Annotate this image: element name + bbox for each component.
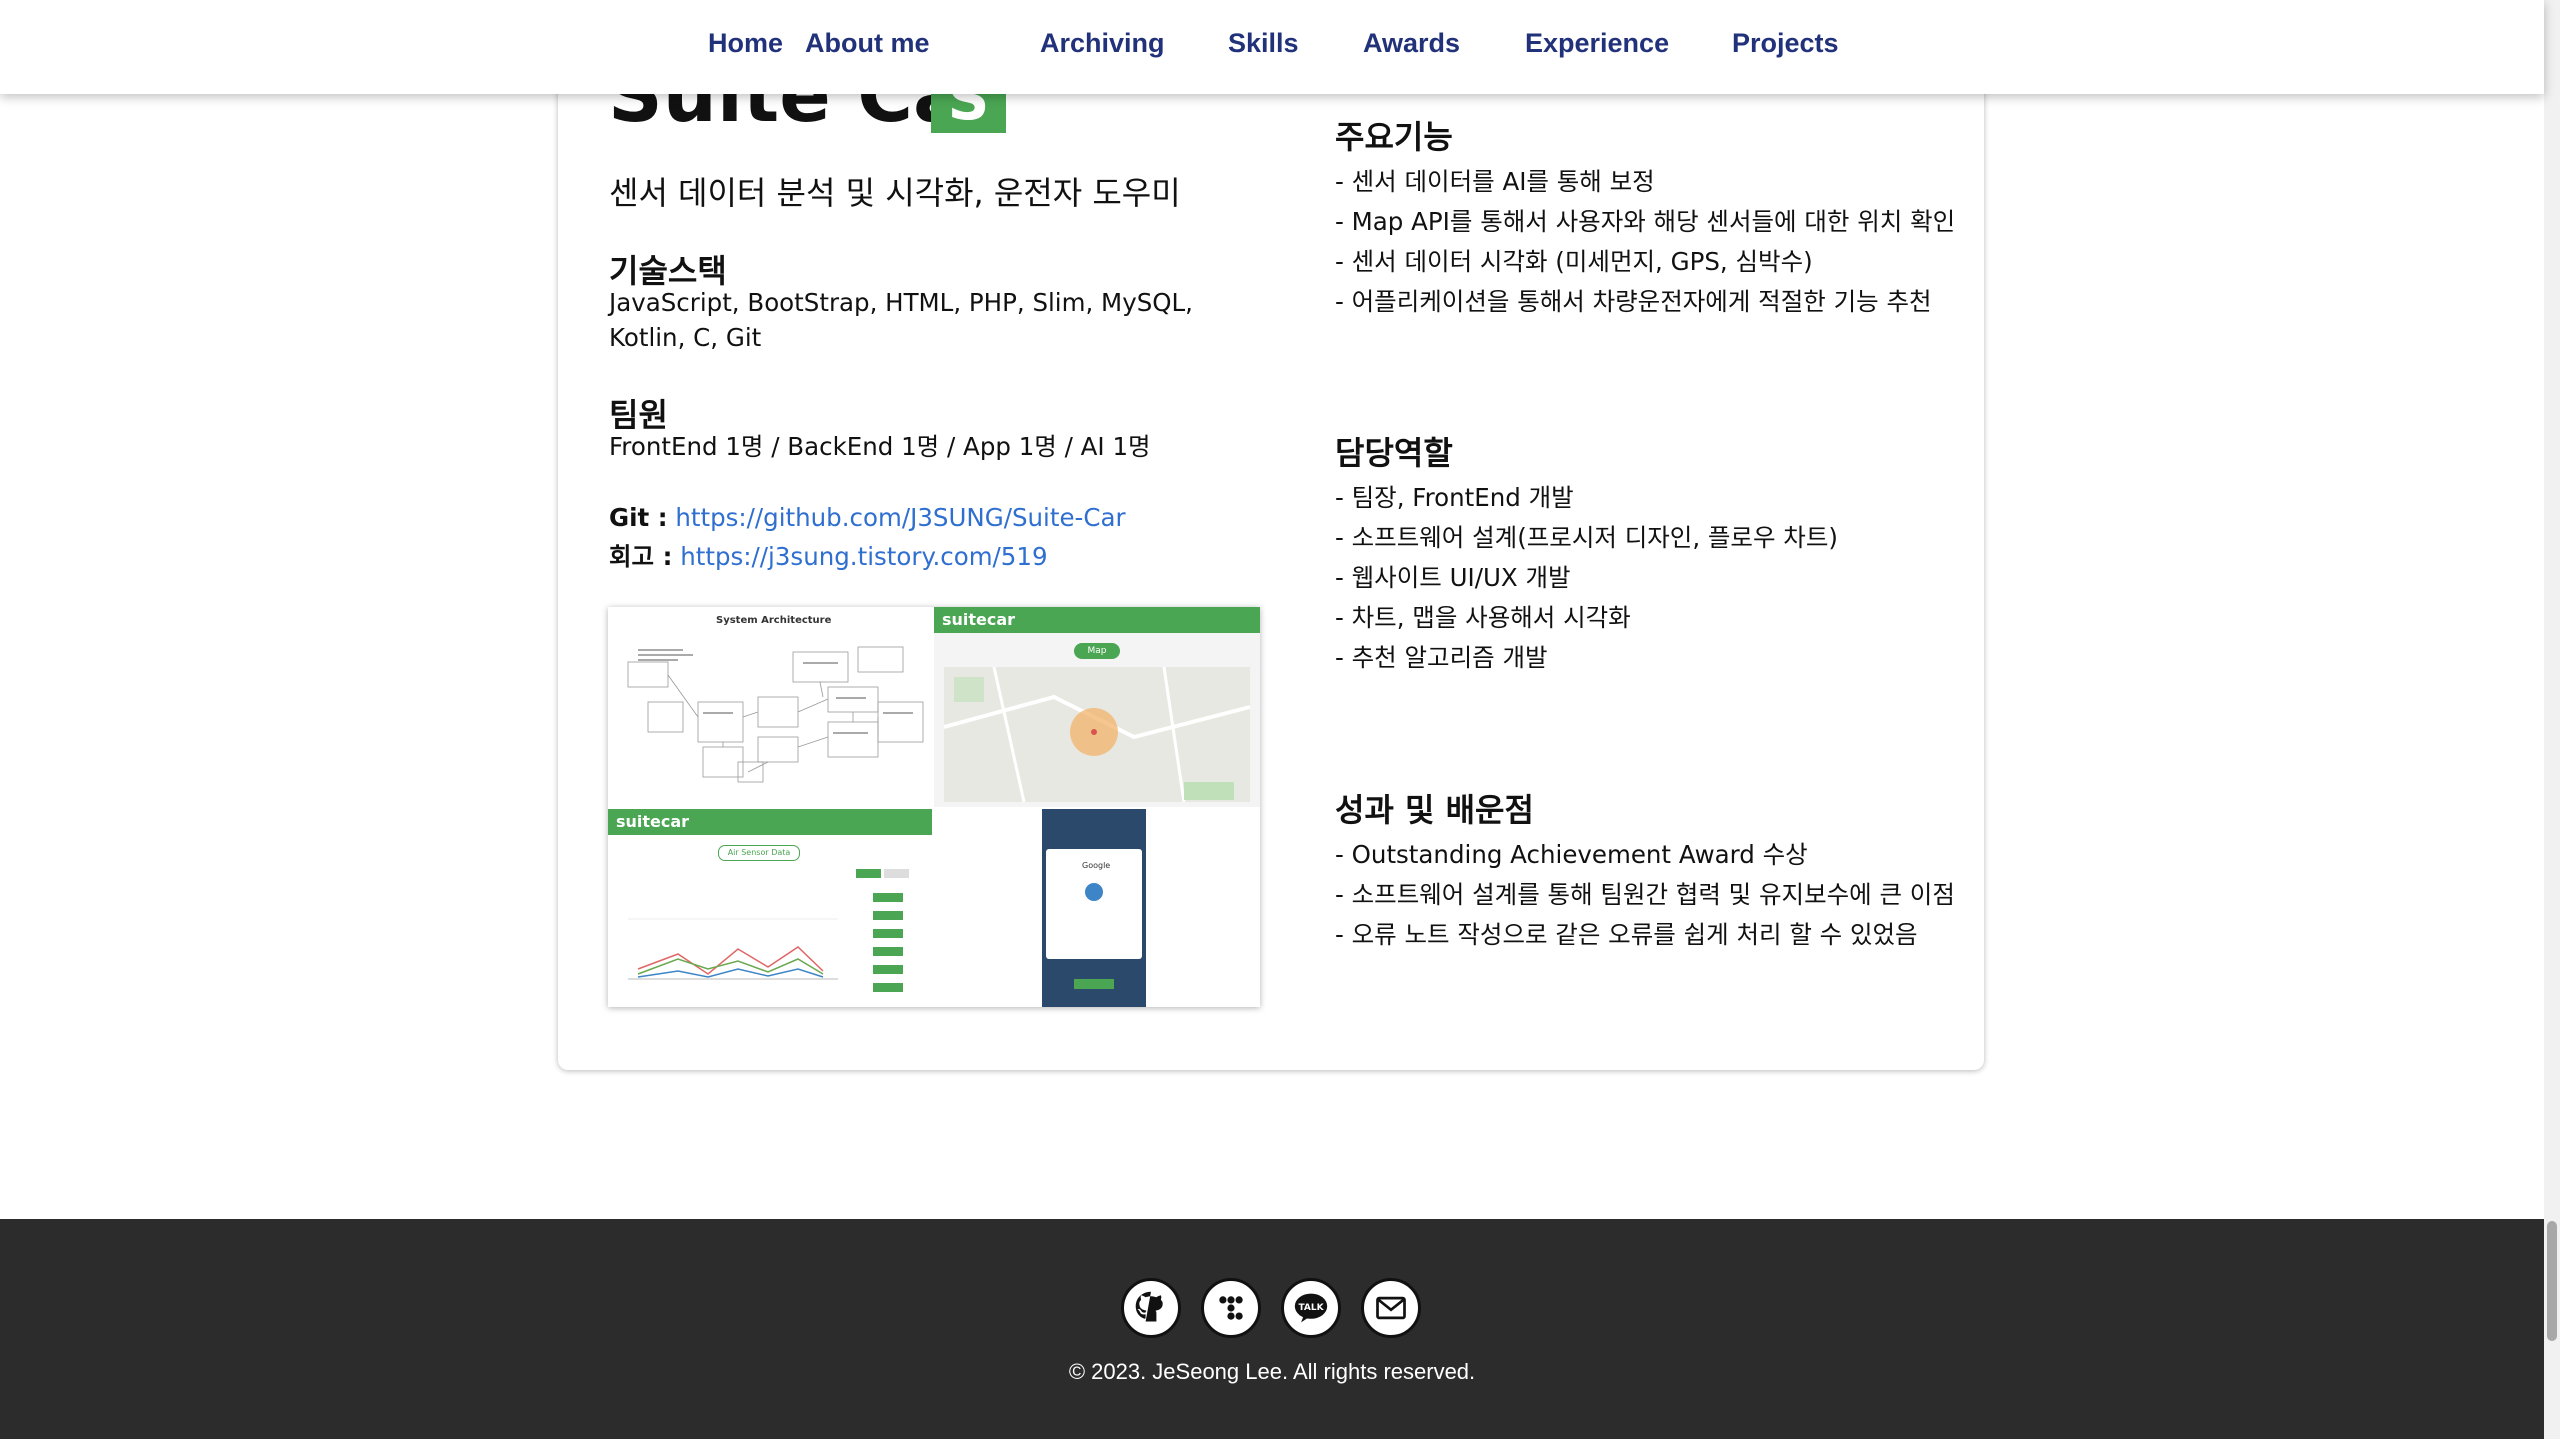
copyright-text: © 2023. JeSeong Lee. All rights reserved…	[1068, 1359, 1476, 1384]
review-label: 회고 :	[609, 542, 673, 571]
results-heading: 성과 및 배운점	[1335, 791, 1534, 829]
project-screenshots[interactable]: System Architecture suitecar Map suiteca…	[608, 607, 1260, 1007]
review-link[interactable]: https://j3sung.tistory.com/519	[680, 542, 1047, 571]
screenshot-map: suitecar Map	[934, 607, 1260, 807]
nav-about-me[interactable]: About me	[805, 28, 930, 59]
role-item: - 차트, 맵을 사용해서 시각화	[1335, 603, 1631, 632]
nav-projects[interactable]: Projects	[1732, 28, 1839, 59]
role-item: - 소프트웨어 설계(프로시저 디자인, 플로우 차트)	[1335, 523, 1838, 552]
nav-experience[interactable]: Experience	[1525, 28, 1669, 59]
kakaotalk-icon[interactable]: TALK	[1281, 1278, 1341, 1338]
team-text: FrontEnd 1명 / BackEnd 1명 / App 1명 / AI 1…	[609, 432, 1151, 461]
result-item: - 오류 노트 작성으로 같은 오류를 쉽게 처리 할 수 있었음	[1335, 920, 1918, 949]
role-item: - 웹사이트 UI/UX 개발	[1335, 563, 1571, 592]
top-navigation: Home About me Archiving Skills Awards Ex…	[0, 0, 2544, 94]
scrollbar-thumb[interactable]	[2547, 1221, 2557, 1341]
architecture-diagram	[627, 646, 924, 783]
project-tagline: 센서 데이터 분석 및 시각화, 운전자 도우미	[609, 174, 1181, 212]
result-item: - Outstanding Achievement Award 수상	[1335, 840, 1808, 869]
nav-awards[interactable]: Awards	[1363, 28, 1460, 59]
phone-bottom-bar	[1074, 979, 1114, 989]
nav-archiving[interactable]: Archiving	[1040, 28, 1165, 59]
nav-home[interactable]: Home	[708, 28, 783, 59]
page-scrollbar[interactable]	[2544, 0, 2560, 1439]
feature-item: - Map API를 통해서 사용자와 해당 센서들에 대한 위치 확인	[1335, 207, 1956, 236]
features-heading: 주요기능	[1335, 118, 1453, 156]
tistory-icon[interactable]	[1201, 1278, 1261, 1338]
phone-dialog-title: Google	[1082, 861, 1111, 870]
screenshot-mobile-app: Google	[934, 809, 1260, 1007]
footer	[0, 1219, 2544, 1439]
git-link[interactable]: https://github.com/J3SUNG/Suite-Car	[675, 503, 1125, 532]
kakaotalk-icon-text: TALK	[1298, 1303, 1324, 1313]
result-item: - 소프트웨어 설계를 통해 팀원간 협력 및 유지보수에 큰 이점	[1335, 880, 1955, 909]
screenshot-sensor-chart: suitecar Air Sensor Data	[608, 809, 932, 1007]
sensor-line-chart	[628, 869, 909, 992]
screenshot-architecture: System Architecture	[608, 607, 932, 807]
map-view	[943, 666, 1251, 803]
phone-dialog-avatar	[1085, 883, 1103, 901]
git-label: Git :	[609, 503, 668, 532]
nav-skills[interactable]: Skills	[1228, 28, 1299, 59]
git-row: Git : https://github.com/J3SUNG/Suite-Ca…	[609, 503, 1126, 532]
feature-item: - 센서 데이터 시각화 (미세먼지, GPS, 심박수)	[1335, 247, 1813, 276]
stack-text: JavaScript, BootStrap, HTML, PHP, Slim, …	[609, 288, 1193, 352]
review-row: 회고 : https://j3sung.tistory.com/519	[609, 538, 1048, 573]
feature-item: - 어플리케이션을 통해서 차량운전자에게 적절한 기능 추천	[1335, 287, 1932, 316]
feature-item: - 센서 데이터를 AI를 통해 보정	[1335, 167, 1655, 196]
architecture-title: System Architecture	[716, 615, 832, 626]
github-icon[interactable]	[1121, 1278, 1181, 1338]
roles-heading: 담당역할	[1335, 434, 1453, 472]
role-item: - 추천 알고리즘 개발	[1335, 643, 1548, 672]
mail-icon[interactable]	[1361, 1278, 1421, 1338]
role-item: - 팀장, FrontEnd 개발	[1335, 483, 1574, 512]
